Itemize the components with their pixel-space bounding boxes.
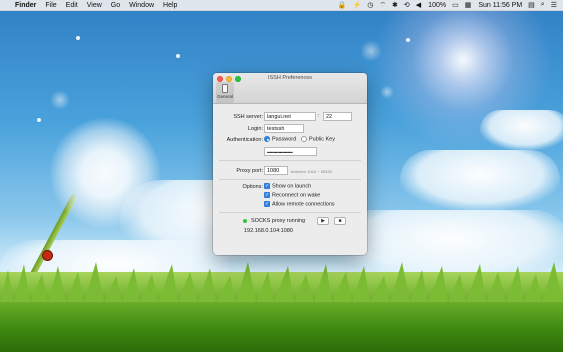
lock-icon[interactable]: 🔒 xyxy=(338,1,347,9)
cloud xyxy=(400,150,560,210)
port-separator: : xyxy=(318,113,320,119)
checkbox-show-on-launch[interactable]: ✓ xyxy=(264,183,270,189)
auth-publickey-option[interactable]: Public Key xyxy=(301,136,335,142)
password-radio[interactable] xyxy=(264,136,270,142)
lens-flare xyxy=(360,40,382,62)
option-show-on-launch-label: Show on launch xyxy=(272,183,312,190)
menu-app-finder[interactable]: Finder xyxy=(15,2,36,9)
publickey-radio[interactable] xyxy=(301,136,307,142)
notification-center-icon[interactable]: ☰ xyxy=(551,1,557,9)
time-machine-icon[interactable]: ⟲ xyxy=(404,1,410,9)
proxy-port-field[interactable]: 1080 xyxy=(264,166,288,175)
floating-seed xyxy=(406,38,410,42)
divider xyxy=(219,212,361,213)
auth-password-option[interactable]: Password xyxy=(264,136,296,142)
battery-percent[interactable]: 100% xyxy=(428,2,446,9)
switch-icon xyxy=(222,84,228,93)
ssh-server-field[interactable]: langui.net xyxy=(264,112,316,121)
issh-preferences-window: ISSH Preferences General SSH server: lan… xyxy=(213,73,367,255)
stop-button[interactable]: ■ xyxy=(334,217,346,225)
menu-edit[interactable]: Edit xyxy=(66,2,78,9)
menu-help[interactable]: Help xyxy=(163,2,177,9)
menu-window[interactable]: Window xyxy=(129,2,154,9)
timer-icon[interactable]: ◷ xyxy=(367,1,373,9)
proxy-status: SOCKS proxy running xyxy=(243,218,305,224)
publickey-radio-label: Public Key xyxy=(309,136,335,143)
options-label: Options: xyxy=(242,184,263,190)
spotlight-icon[interactable]: ⌕ xyxy=(541,1,545,9)
authentication-label: Authentication: xyxy=(226,137,263,143)
flag-icon[interactable]: ▤ xyxy=(528,1,535,9)
checkbox-allow-remote[interactable]: ✓ xyxy=(264,201,270,207)
menu-go[interactable]: Go xyxy=(111,2,120,9)
floating-seed xyxy=(176,54,180,58)
start-button[interactable]: ▶ xyxy=(317,217,329,225)
option-reconnect-on-wake-label: Reconnect on wake xyxy=(272,192,321,199)
divider xyxy=(219,160,361,161)
password-radio-label: Password xyxy=(272,136,297,143)
volume-icon[interactable]: ◀ xyxy=(416,1,421,9)
lens-flare xyxy=(50,90,70,110)
password-field[interactable]: •••••••••••••••••••• xyxy=(264,147,317,156)
window-title: ISSH Preferences xyxy=(267,75,313,81)
option-allow-remote[interactable]: ✓ Allow remote connections xyxy=(264,201,335,207)
checkbox-reconnect-on-wake[interactable]: ✓ xyxy=(264,192,270,198)
floating-seed xyxy=(76,36,80,40)
grass-blades xyxy=(0,262,563,302)
proxy-status-text: SOCKS proxy running xyxy=(251,218,306,224)
ssh-port-field[interactable]: 22 xyxy=(323,112,352,121)
status-indicator xyxy=(243,218,247,223)
login-field[interactable]: testssh xyxy=(264,124,304,133)
tab-general-label: General xyxy=(216,94,233,99)
proxy-port-hint: between 1024 ~ 65535 xyxy=(291,169,332,174)
ladybug xyxy=(42,250,53,261)
clock[interactable]: Sun 11:56 PM xyxy=(478,2,522,9)
menu-file[interactable]: File xyxy=(45,2,56,9)
battery-icon[interactable]: ▭ xyxy=(452,1,459,9)
menu-bar: Finder File Edit View Go Window Help 🔒 ⚡… xyxy=(0,0,563,11)
wifi-icon[interactable]: ⌔ xyxy=(379,1,386,10)
ssh-server-label: SSH server: xyxy=(233,114,263,120)
option-allow-remote-label: Allow remote connections xyxy=(272,201,335,208)
cloud xyxy=(480,110,563,150)
menu-view[interactable]: View xyxy=(87,2,102,9)
divider xyxy=(219,179,361,180)
bluetooth-icon[interactable]: ✱ xyxy=(392,1,398,9)
dandelion-puff xyxy=(50,118,160,228)
login-label: Login: xyxy=(248,126,263,132)
proxy-port-label: Proxy port: xyxy=(236,168,263,174)
floating-seed xyxy=(37,118,41,122)
lightning-icon[interactable]: ⚡ xyxy=(353,1,362,9)
flag-icon[interactable]: ▦ xyxy=(465,1,472,9)
option-reconnect-on-wake[interactable]: ✓ Reconnect on wake xyxy=(264,192,320,198)
option-show-on-launch[interactable]: ✓ Show on launch xyxy=(264,183,311,189)
window-titlebar[interactable]: ISSH Preferences General xyxy=(213,73,367,104)
proxy-address: 192.168.0.104:1080 xyxy=(244,228,293,234)
tab-general[interactable]: General xyxy=(216,82,234,103)
lens-flare xyxy=(380,85,394,99)
